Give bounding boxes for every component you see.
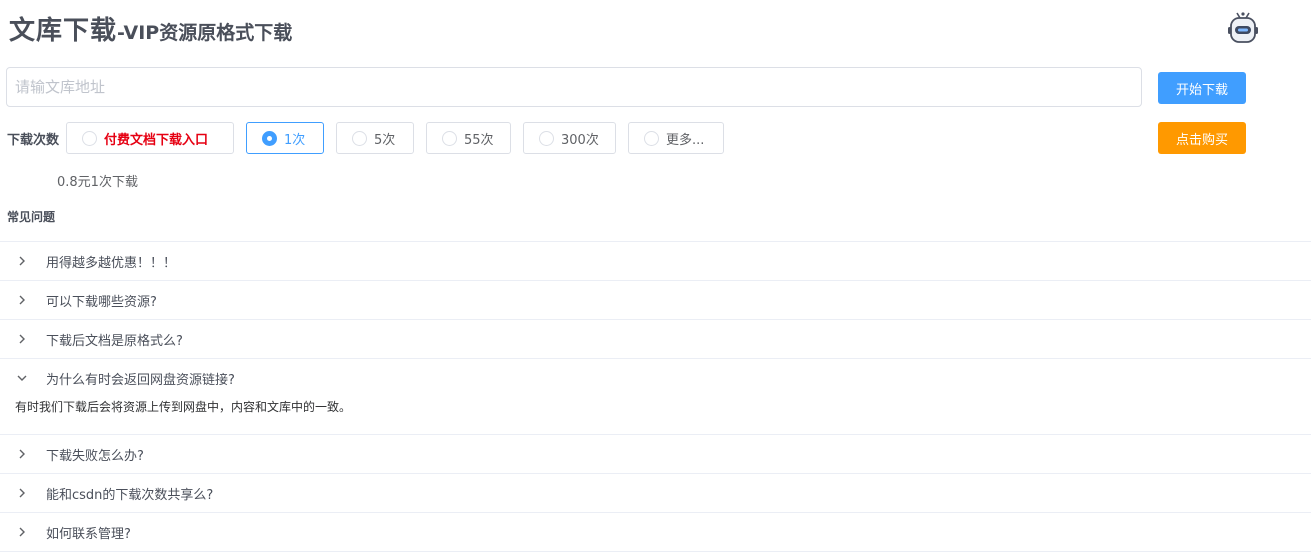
- url-input[interactable]: [6, 67, 1142, 107]
- price-text: 0.8元1次下载: [57, 175, 138, 190]
- faq-question[interactable]: 用得越多越优惠！！！: [0, 242, 1311, 280]
- option-1[interactable]: 1次: [246, 122, 324, 154]
- faq-item: 可以下载哪些资源?: [0, 281, 1311, 320]
- faq-question[interactable]: 下载后文档是原格式么?: [0, 320, 1311, 358]
- option-label: 1次: [284, 132, 306, 148]
- faq-question-text: 用得越多越优惠！！！: [46, 255, 177, 271]
- option-label: 更多...: [666, 132, 705, 148]
- option-more[interactable]: 更多...: [628, 122, 724, 154]
- faq-item: 下载后文档是原格式么?: [0, 320, 1311, 359]
- faq-question[interactable]: 可以下载哪些资源?: [0, 281, 1311, 319]
- option-label: 付费文档下载入口: [104, 132, 209, 148]
- faq-question[interactable]: 下载失败怎么办?: [0, 435, 1311, 473]
- chevron-right-icon: [0, 487, 46, 499]
- faq-question[interactable]: 如何联系管理?: [0, 513, 1311, 551]
- start-download-button[interactable]: 开始下载: [1158, 72, 1246, 104]
- radio-icon[interactable]: [539, 130, 554, 146]
- option-label: 300次: [561, 132, 599, 148]
- option-paid-entry[interactable]: 付费文档下载入口: [66, 122, 234, 154]
- buy-button[interactable]: 点击购买: [1158, 122, 1246, 154]
- chevron-right-icon: [0, 526, 46, 538]
- chevron-right-icon: [0, 255, 46, 267]
- faq-item: 用得越多越优惠！！！: [0, 242, 1311, 281]
- faq-question[interactable]: 能和csdn的下载次数共享么?: [0, 474, 1311, 512]
- faq-question-text: 可以下载哪些资源?: [46, 294, 157, 310]
- radio-icon[interactable]: [82, 130, 97, 146]
- option-label: 5次: [374, 132, 396, 148]
- robot-icon[interactable]: [1223, 10, 1263, 46]
- option-300[interactable]: 300次: [523, 122, 616, 154]
- option-55[interactable]: 55次: [426, 122, 511, 154]
- radio-icon[interactable]: [352, 130, 367, 146]
- radio-icon[interactable]: [442, 130, 457, 146]
- faq-item-expanded: 为什么有时会返回网盘资源链接? 有时我们下载后会将资源上传到网盘中，内容和文库中…: [0, 359, 1311, 435]
- faq-question-text: 为什么有时会返回网盘资源链接?: [46, 372, 235, 388]
- chevron-down-icon: [0, 372, 46, 384]
- faq-item: 能和csdn的下载次数共享么?: [0, 474, 1311, 513]
- radio-checked-icon[interactable]: [262, 130, 277, 146]
- faq-accordion: 用得越多越优惠！！！ 可以下载哪些资源? 下载后文档是原格式么? 为什么有时会返…: [0, 241, 1311, 552]
- option-5[interactable]: 5次: [336, 122, 414, 154]
- page-title: 文库下载 -VIP资源原格式下载: [9, 10, 292, 46]
- faq-item: 如何联系管理?: [0, 513, 1311, 552]
- page-title-main: 文库下载: [9, 16, 118, 46]
- faq-answer: 有时我们下载后会将资源上传到网盘中，内容和文库中的一致。: [15, 400, 352, 414]
- faq-question-text: 能和csdn的下载次数共享么?: [46, 487, 214, 503]
- page-title-sub: -VIP资源原格式下载: [117, 22, 293, 44]
- faq-question[interactable]: 为什么有时会返回网盘资源链接?: [0, 359, 1311, 397]
- chevron-right-icon: [0, 448, 46, 460]
- faq-question-text: 下载失败怎么办?: [46, 448, 144, 464]
- faq-question-text: 下载后文档是原格式么?: [46, 333, 183, 349]
- download-count-label: 下载次数: [7, 133, 60, 148]
- option-label: 55次: [464, 132, 494, 148]
- chevron-right-icon: [0, 333, 46, 345]
- faq-item: 下载失败怎么办?: [0, 435, 1311, 474]
- chevron-right-icon: [0, 294, 46, 306]
- radio-icon[interactable]: [644, 130, 659, 146]
- faq-title: 常见问题: [7, 210, 56, 224]
- faq-question-text: 如何联系管理?: [46, 526, 131, 542]
